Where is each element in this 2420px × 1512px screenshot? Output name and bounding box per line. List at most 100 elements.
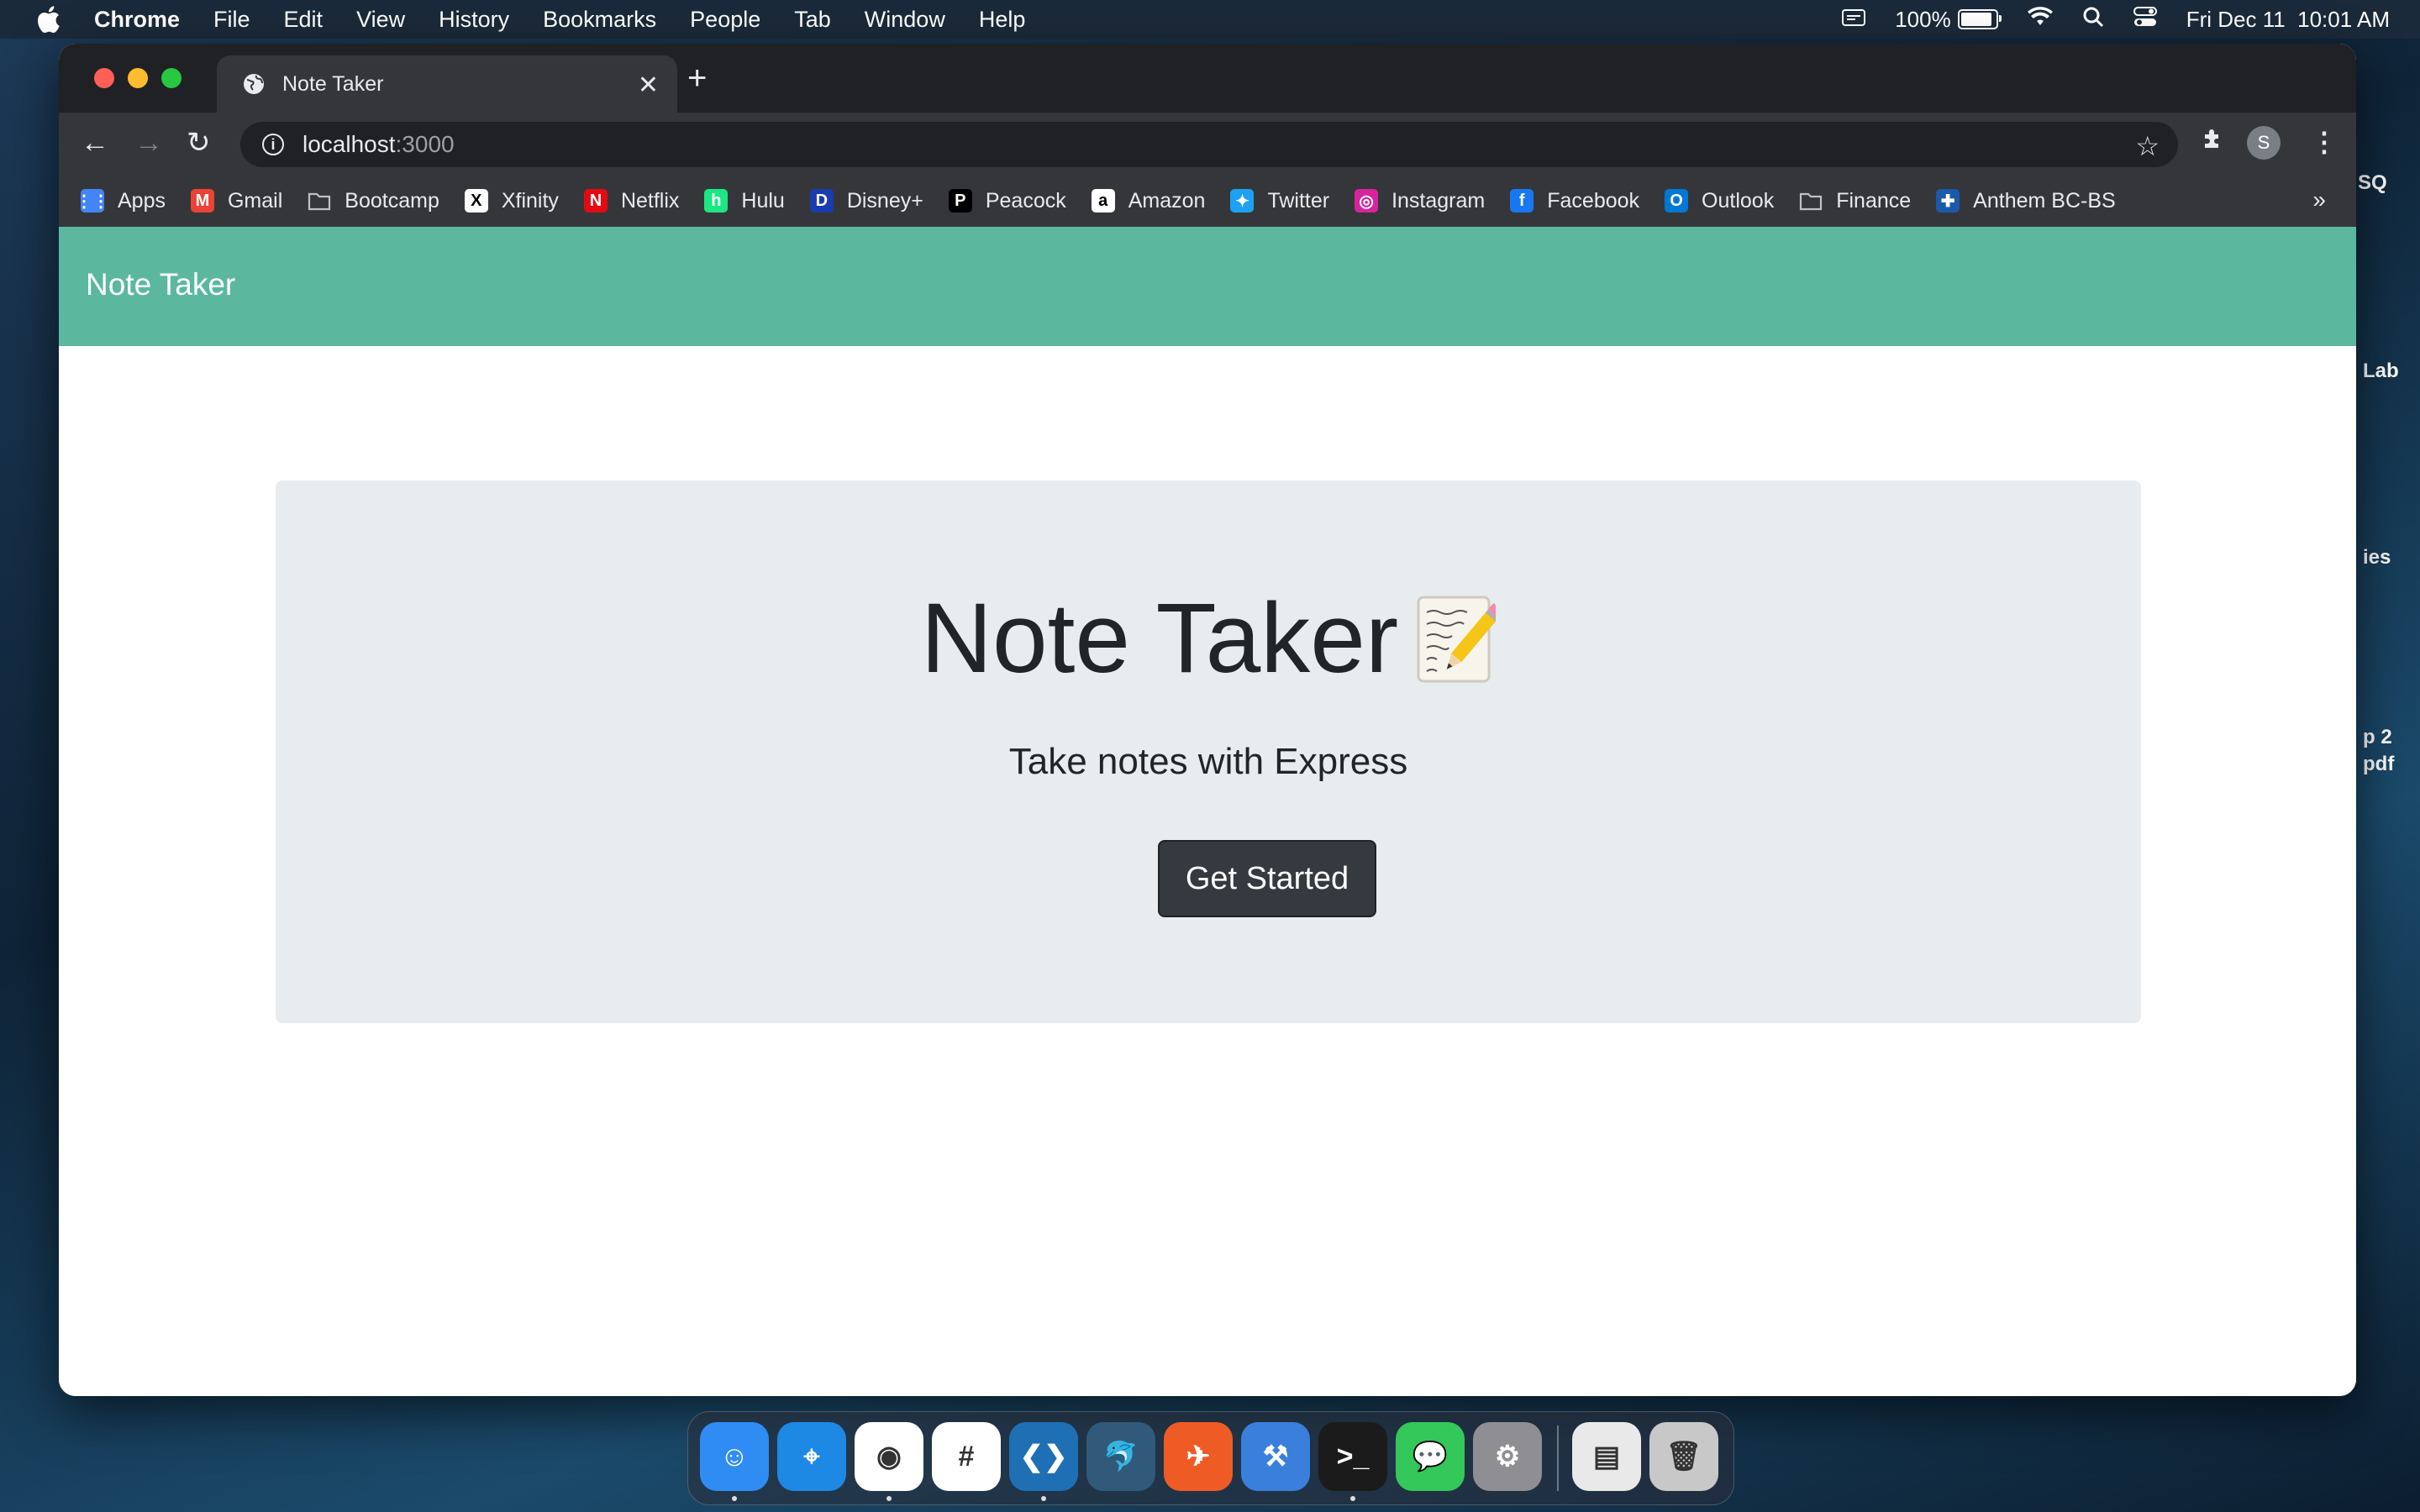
bookmark-label: Instagram — [1392, 188, 1486, 213]
bookmark-finance[interactable]: Finance — [1799, 189, 1911, 213]
bookmark-instagram[interactable]: ◎ Instagram — [1355, 189, 1485, 213]
zoom-window-button[interactable] — [161, 68, 182, 88]
bookmark-star-icon[interactable]: ☆ — [2135, 130, 2160, 162]
bookmark-hulu[interactable]: h Hulu — [704, 188, 785, 213]
desktop-label: ies — [2363, 546, 2391, 569]
wifi-icon[interactable] — [2027, 6, 2054, 33]
folder-icon — [308, 189, 331, 213]
bookmark-label: Finance — [1836, 188, 1912, 213]
bookmark-peacock[interactable]: P Peacock — [948, 188, 1066, 213]
postman-icon[interactable]: ✈ — [1164, 1422, 1233, 1491]
bookmark-xfinity[interactable]: X Xfinity — [464, 189, 559, 213]
site-info-icon[interactable]: i — [262, 134, 284, 155]
bookmark-facebook[interactable]: f Facebook — [1510, 189, 1639, 213]
menu-view[interactable]: View — [356, 7, 405, 33]
hulu-icon: h — [704, 189, 729, 213]
menu-tab[interactable]: Tab — [794, 7, 831, 33]
bookmark-anthem-bc-bs[interactable]: ✚ Anthem BC-BS — [1936, 189, 2116, 213]
mysql-workbench-icon[interactable]: 🐬 — [1086, 1422, 1155, 1491]
close-window-button[interactable] — [94, 68, 114, 88]
memo-icon — [1415, 594, 1504, 685]
hero-jumbotron: Note Taker Take notes with Express Get S… — [276, 480, 2141, 1023]
minimize-window-button[interactable] — [128, 68, 148, 88]
navbar-brand[interactable]: Note Taker — [86, 267, 235, 302]
dock-running-indicator — [1350, 1496, 1355, 1501]
chrome-menu-icon[interactable]: ⋮ — [2311, 126, 2338, 158]
extensions-icon[interactable] — [2200, 126, 2227, 160]
bookmark-disney[interactable]: D Disney+ — [809, 188, 923, 213]
dock-running-indicator — [732, 1496, 737, 1501]
hero-heading-text: Note Taker — [920, 583, 1399, 694]
menu-window[interactable]: Window — [865, 7, 945, 33]
terminal-icon[interactable]: >_ — [1318, 1422, 1387, 1491]
address-bar[interactable]: i localhost:3000 ☆ — [240, 122, 2178, 167]
outlook-icon: O — [1665, 189, 1689, 213]
xcode-icon[interactable]: ⚒ — [1241, 1422, 1310, 1491]
bookmark-amazon[interactable]: a Amazon — [1091, 189, 1205, 213]
page-content: Note Taker Note Taker Take notes with Ex… — [59, 227, 2356, 1396]
bookmark-apps[interactable]: ⋮⋮ Apps — [76, 188, 166, 213]
desktop-label: Lab — [2363, 360, 2399, 382]
netflix-icon: N — [583, 189, 608, 213]
folder-icon — [1799, 189, 1823, 213]
xfinity-icon: X — [464, 189, 488, 213]
control-center-icon[interactable] — [2133, 6, 2158, 34]
menu-bookmarks[interactable]: Bookmarks — [543, 7, 656, 33]
url-host: localhost — [302, 131, 396, 157]
battery-percent: 100% — [1895, 6, 1951, 32]
menu-file[interactable]: File — [213, 7, 250, 33]
menu-history[interactable]: History — [439, 7, 509, 33]
system-preferences-icon[interactable]: ⚙ — [1473, 1422, 1542, 1491]
macos-dock: ☺ ⌖ ◉ # ❮❯ 🐬 ✈ ⚒ >_ 💬 ⚙ ▤ 🗑 — [687, 1411, 1734, 1505]
profile-avatar[interactable]: S — [2247, 126, 2281, 160]
trash-icon[interactable]: 🗑 — [1649, 1422, 1718, 1491]
bookmarks-overflow-icon[interactable]: » — [2312, 186, 2326, 213]
apple-menu-icon[interactable] — [35, 5, 60, 34]
menu-edit[interactable]: Edit — [284, 7, 324, 33]
bookmark-label: Disney+ — [846, 188, 923, 213]
disney-icon: D — [809, 189, 834, 213]
bookmark-label: Hulu — [741, 188, 785, 213]
gmail-icon: M — [190, 189, 214, 213]
get-started-button[interactable]: Get Started — [1158, 840, 1376, 917]
preview-icon[interactable]: ▤ — [1572, 1422, 1641, 1491]
amazon-icon: a — [1091, 189, 1115, 213]
clock[interactable]: Fri Dec 11 10:01 AM — [2186, 7, 2390, 33]
reload-icon[interactable]: ↻ — [187, 128, 211, 158]
active-tab[interactable]: Note Taker ✕ — [217, 55, 677, 113]
apps-grid-icon: ⋮⋮ — [76, 189, 109, 213]
messages-icon[interactable]: 💬 — [1396, 1422, 1465, 1491]
menu-app-name[interactable]: Chrome — [94, 7, 180, 33]
safari-icon[interactable]: ⌖ — [777, 1422, 846, 1491]
bookmark-label: Facebook — [1547, 188, 1640, 213]
bookmark-label: Peacock — [985, 188, 1066, 213]
spotlight-search-icon[interactable] — [2082, 6, 2104, 34]
bookmark-gmail[interactable]: M Gmail — [190, 188, 283, 213]
close-tab-icon[interactable]: ✕ — [638, 71, 659, 100]
bookmark-label: Bootcamp — [345, 188, 439, 213]
slack-icon[interactable]: # — [932, 1422, 1001, 1491]
menu-help[interactable]: Help — [979, 7, 1026, 33]
hero-heading: Note Taker — [276, 588, 2141, 691]
twitter-icon: ✦ — [1230, 189, 1255, 213]
bookmark-twitter[interactable]: ✦ Twitter — [1230, 189, 1329, 213]
bookmark-outlook[interactable]: O Outlook — [1665, 189, 1774, 213]
back-icon[interactable]: ← — [81, 128, 109, 158]
forward-icon[interactable]: → — [134, 128, 163, 158]
new-tab-icon[interactable]: + — [687, 61, 707, 95]
finder-icon[interactable]: ☺ — [700, 1422, 769, 1491]
bookmark-label: Apps — [118, 188, 166, 213]
bookmark-label: Twitter — [1267, 188, 1330, 213]
app-navbar: Note Taker — [59, 227, 2356, 346]
bookmark-label: Gmail — [227, 188, 283, 213]
bookmarks-bar: ⋮⋮ Apps M Gmail Bootcamp X Xfinity N Netflix h Hul… — [59, 175, 2356, 227]
dock-separator — [1557, 1425, 1559, 1491]
display-icon[interactable] — [1841, 7, 1866, 33]
battery-status[interactable]: 100% — [1895, 6, 2002, 33]
menu-people[interactable]: People — [690, 7, 760, 33]
bookmark-label: Anthem BC-BS — [1973, 188, 2116, 213]
bookmark-netflix[interactable]: N Netflix — [583, 189, 679, 213]
bookmark-bootcamp[interactable]: Bootcamp — [308, 189, 439, 213]
vscode-icon[interactable]: ❮❯ — [1009, 1422, 1078, 1491]
chrome-icon[interactable]: ◉ — [855, 1422, 923, 1491]
